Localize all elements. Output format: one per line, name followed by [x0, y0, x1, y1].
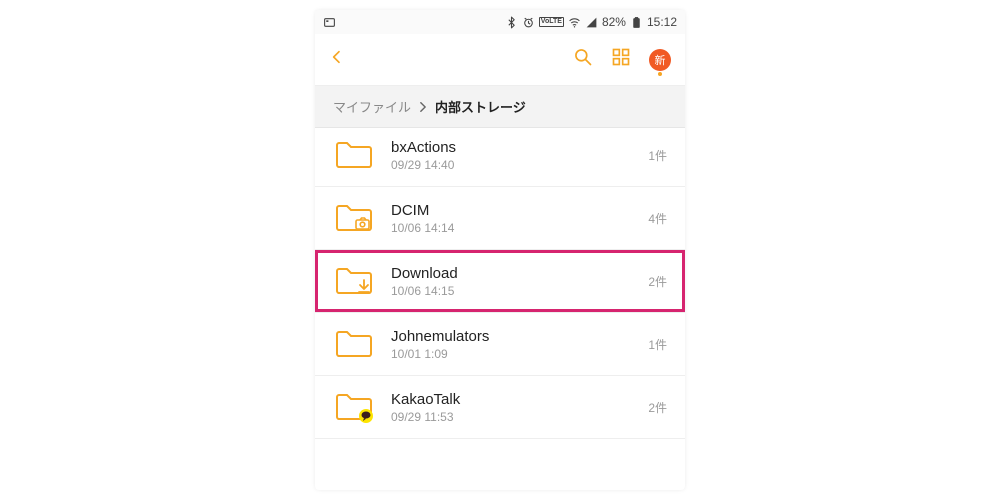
chevron-left-icon: [329, 49, 345, 65]
folder-meta: KakaoTalk 09/29 11:53: [391, 391, 640, 424]
chevron-right-icon: [419, 102, 427, 112]
battery-icon: [630, 16, 643, 29]
folder-timestamp: 10/01 1:09: [391, 347, 640, 361]
breadcrumb: マイファイル 内部ストレージ: [315, 86, 685, 128]
status-bar: VoLTE 82% 15:12: [315, 10, 685, 34]
bluetooth-icon: [505, 16, 518, 29]
folder-row[interactable]: bxActions 09/29 14:401件: [315, 128, 685, 187]
folder-row[interactable]: DCIM 10/06 14:144件: [315, 187, 685, 250]
folder-row[interactable]: Download 10/06 14:152件: [315, 250, 685, 313]
alarm-icon: [522, 16, 535, 29]
folder-icon: [333, 138, 375, 172]
folder-list: bxActions09/29 14:401件DCIM10/06 14:144件D…: [315, 128, 685, 490]
folder-item-count: 4件: [640, 210, 667, 227]
breadcrumb-root[interactable]: マイファイル: [333, 97, 411, 116]
toolbar: 新: [315, 34, 685, 86]
app-notification-icon: [323, 16, 336, 29]
folder-timestamp: 09/29 14:40: [391, 158, 640, 172]
view-grid-button[interactable]: [611, 47, 631, 72]
folder-item-count: 1件: [640, 147, 667, 164]
folder-row[interactable]: Johnemulators 10/01 1:091件: [315, 313, 685, 376]
folder-item-count: 1件: [640, 336, 667, 353]
cell-signal-icon: [585, 16, 598, 29]
breadcrumb-current: 内部ストレージ: [435, 97, 526, 116]
new-badge[interactable]: 新: [649, 49, 671, 71]
status-left-icon: [323, 16, 336, 29]
folder-icon: [333, 327, 375, 361]
new-badge-label: 新: [655, 52, 666, 68]
folder-name: DCIM: [391, 202, 640, 219]
folder-meta: bxActions 09/29 14:40: [391, 139, 640, 172]
back-button[interactable]: [329, 49, 345, 70]
battery-percent: 82%: [602, 15, 626, 29]
folder-timestamp: 09/29 11:53: [391, 410, 640, 424]
folder-meta: DCIM 10/06 14:14: [391, 202, 640, 235]
grid-icon: [611, 47, 631, 67]
folder-item-count: 2件: [640, 399, 667, 416]
wifi-icon: [568, 16, 581, 29]
folder-name: bxActions: [391, 139, 640, 156]
search-button[interactable]: [573, 47, 593, 72]
folder-meta: Johnemulators 10/01 1:09: [391, 328, 640, 361]
folder-timestamp: 10/06 14:14: [391, 221, 640, 235]
folder-name: Johnemulators: [391, 328, 640, 345]
folder-camera-icon: [333, 201, 375, 235]
folder-kakao-icon: [333, 390, 375, 424]
folder-download-icon: [333, 264, 375, 298]
folder-timestamp: 10/06 14:15: [391, 284, 640, 298]
folder-row[interactable]: KakaoTalk 09/29 11:532件: [315, 376, 685, 439]
search-icon: [573, 47, 593, 67]
file-manager-screen: VoLTE 82% 15:12 新 マイファイル 内部ストレージ bxActio…: [315, 10, 685, 490]
volte-badge: VoLTE: [539, 17, 564, 27]
clock: 15:12: [647, 15, 677, 29]
folder-name: Download: [391, 265, 640, 282]
folder-meta: Download 10/06 14:15: [391, 265, 640, 298]
folder-item-count: 2件: [640, 273, 667, 290]
folder-name: KakaoTalk: [391, 391, 640, 408]
